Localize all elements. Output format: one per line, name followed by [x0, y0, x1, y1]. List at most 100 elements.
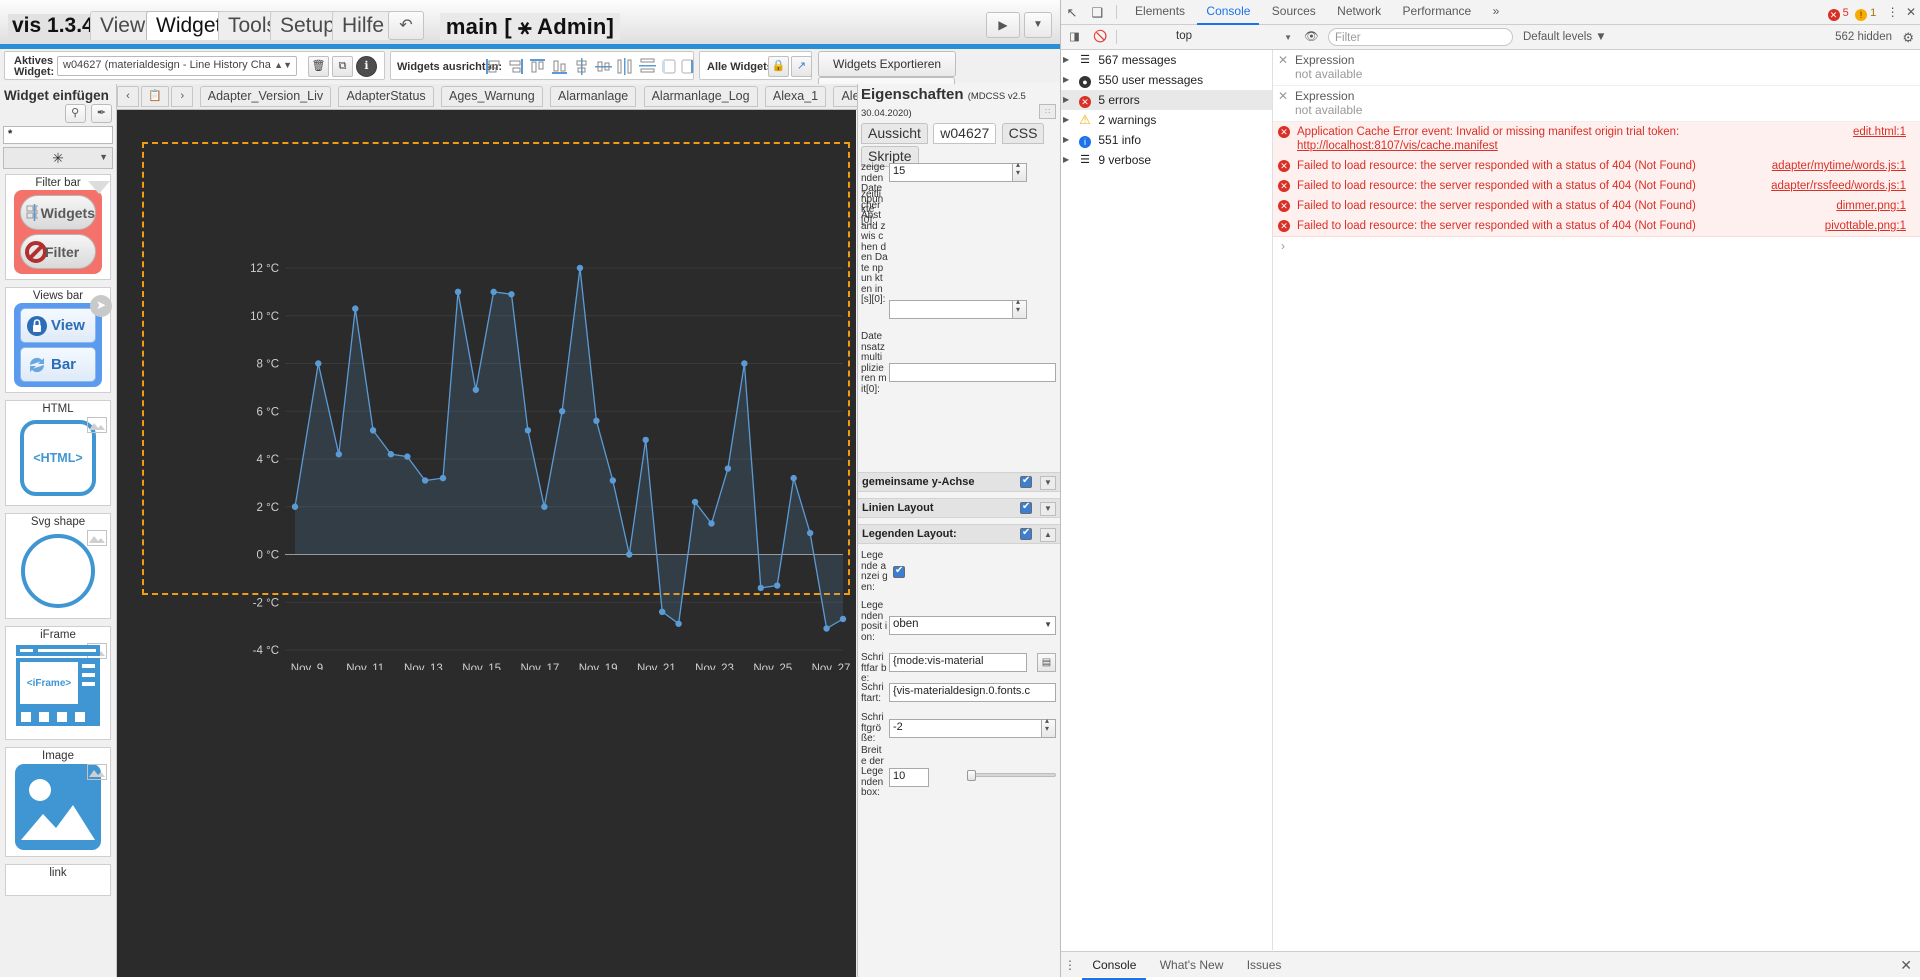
console-group-user-messages[interactable]: ▶ ● 550 user messages — [1061, 70, 1272, 90]
view-prev-button[interactable]: ‹ — [117, 86, 139, 107]
open-external-icon[interactable]: ↗ — [791, 56, 812, 77]
view-tab-alexa-1[interactable]: Alexa_1 — [764, 86, 827, 107]
error-source-link[interactable]: pivottable.png:1 — [1825, 219, 1906, 233]
active-widget-select[interactable]: w04627 (materialdesign - Line History Ch… — [57, 56, 297, 76]
close-icon[interactable]: ✕ — [1278, 89, 1288, 103]
console-group-verbose[interactable]: ▶ ☰ 9 verbose — [1061, 150, 1272, 170]
export-widgets-button[interactable]: Widgets Exportieren — [818, 51, 957, 77]
view-tab-alarmanlage[interactable]: Alarmanlage — [550, 86, 637, 107]
view-tab-adapterstatus[interactable]: AdapterStatus — [338, 86, 434, 107]
legend-position-select[interactable]: oben ▼ — [889, 616, 1056, 635]
chevron-right-icon[interactable]: ▶ — [1063, 130, 1069, 150]
console-group-errors[interactable]: ▶ ✕ 5 errors — [1061, 90, 1272, 110]
distribute-vertical-icon[interactable] — [639, 58, 656, 75]
chevron-right-icon[interactable]: ▶ — [1063, 150, 1069, 170]
spinner-icon[interactable] — [1041, 716, 1056, 738]
copy-widget-button[interactable]: ⧉ — [332, 56, 353, 77]
palette-group-views-bar[interactable]: Views bar ➤ View Bar — [5, 287, 112, 393]
drawer-more-icon[interactable]: ⋮ — [1061, 952, 1079, 978]
console-group-info[interactable]: ▶ i 551 info — [1061, 130, 1272, 150]
error-source-link[interactable]: dimmer.png:1 — [1836, 199, 1906, 213]
line-history-chart[interactable]: -4 °C -2 °C 0 °C 2 °C 4 °C 6 °C 8 °C 10 °C 12 °C… — [117, 110, 856, 670]
error-source-link[interactable]: adapter/rssfeed/words.js:1 — [1771, 179, 1906, 193]
same-width-icon[interactable] — [661, 58, 678, 75]
console-error-row[interactable]: ✕ edit.html:1 Application Cache Error ev… — [1273, 122, 1920, 156]
property-input-interval[interactable] — [889, 297, 1027, 319]
console-levels-select[interactable]: Default levels ▼ — [1523, 25, 1607, 50]
error-manifest-link[interactable]: http://localhost:8107/vis/cache.manifest — [1297, 140, 1498, 152]
palette-group-filter-bar[interactable]: Filter bar Widgets Filter — [5, 174, 111, 280]
close-icon[interactable]: ✕ — [1278, 53, 1288, 67]
live-expression-1[interactable]: ✕ Expression not available — [1273, 50, 1920, 86]
font-family-input[interactable]: {vis-materialdesign.0.fonts.c — [889, 683, 1056, 702]
legend-box-width-slider[interactable] — [967, 770, 1056, 781]
devtools-tab-performance[interactable]: Performance — [1394, 0, 1481, 25]
widget-info-button[interactable]: ℹ — [356, 56, 377, 77]
palette-category-select[interactable]: ✳ ▼ — [3, 147, 113, 169]
devtools-more-icon[interactable]: ⋮ — [1887, 5, 1899, 19]
chevron-up-icon[interactable]: ▲ — [1040, 528, 1056, 542]
distribute-horizontal-icon[interactable] — [617, 58, 634, 75]
gear-icon[interactable]: ⚙ — [1902, 25, 1914, 50]
clear-console-icon[interactable]: 🚫 — [1093, 25, 1107, 50]
error-source-link[interactable]: adapter/mytime/words.js:1 — [1772, 159, 1906, 173]
slider-knob[interactable] — [967, 770, 976, 781]
font-size-input[interactable]: -2 — [889, 716, 1056, 738]
view-tab-alarmanlage-log[interactable]: Alarmanlage_Log — [643, 86, 758, 107]
search-icon[interactable]: ⚲ — [64, 104, 86, 123]
spinner-icon[interactable] — [1012, 162, 1027, 182]
live-expression-2[interactable]: ✕ Expression not available — [1273, 86, 1920, 122]
console-error-row[interactable]: ✕ dimmer.png:1 Failed to load resource: … — [1273, 196, 1920, 216]
inspect-element-icon[interactable]: ↖ — [1061, 0, 1083, 25]
drawer-close-icon[interactable]: ✕ — [1900, 952, 1912, 978]
devtools-close-icon[interactable]: ✕ — [1906, 5, 1916, 19]
console-output[interactable]: ✕ Expression not available ✕ Expression … — [1273, 50, 1920, 950]
console-group-warnings[interactable]: ▶ ⚠ 2 warnings — [1061, 110, 1272, 130]
property-input-multiplier[interactable] — [889, 363, 1056, 382]
color-picker-button[interactable]: ▤ — [1037, 653, 1056, 672]
device-toolbar-icon[interactable]: ❑ — [1086, 0, 1108, 25]
palette-filter-input[interactable]: * — [3, 126, 113, 144]
palette-group-html[interactable]: HTML <HTML> — [5, 400, 111, 506]
drawer-tab-whats-new[interactable]: What's New — [1150, 952, 1234, 978]
console-group-messages[interactable]: ▶ ☰ 567 messages — [1061, 50, 1272, 70]
properties-grip-icon[interactable]: ∷ — [1039, 104, 1056, 119]
chevron-right-icon[interactable]: ▶ — [1063, 70, 1069, 90]
run-button[interactable]: ▶ — [986, 12, 1020, 38]
console-context-select[interactable]: top ▼ — [1171, 28, 1296, 46]
section-checkbox[interactable] — [1020, 501, 1032, 514]
lock-all-icon[interactable]: 🔒 — [768, 56, 789, 77]
align-center-vertical-icon[interactable] — [573, 58, 590, 75]
console-error-row[interactable]: ✕ adapter/rssfeed/words.js:1 Failed to l… — [1273, 176, 1920, 196]
properties-tab-widget[interactable]: w04627 — [933, 123, 997, 144]
error-source-link[interactable]: edit.html:1 — [1853, 125, 1906, 139]
view-canvas[interactable]: -4 °C -2 °C 0 °C 2 °C 4 °C 6 °C 8 °C 10 °C 12 °C… — [117, 110, 856, 977]
property-input-datapoints[interactable]: 15 — [889, 162, 1027, 182]
chevron-down-icon[interactable]: ▼ — [1040, 476, 1056, 490]
delete-widget-button[interactable]: 🗑 — [308, 56, 329, 77]
align-top-icon[interactable] — [529, 58, 546, 75]
chevron-right-icon[interactable]: ▶ — [1063, 50, 1069, 70]
property-section-legend-layout[interactable]: Legenden Layout: ▲ — [858, 524, 1060, 544]
console-error-row[interactable]: ✕ pivottable.png:1 Failed to load resour… — [1273, 216, 1920, 236]
drawer-tab-issues[interactable]: Issues — [1237, 952, 1292, 978]
spinner-icon[interactable] — [1012, 297, 1027, 319]
align-center-horizontal-icon[interactable] — [595, 58, 612, 75]
error-count-badge[interactable]: ✕ 5 — [1827, 1, 1849, 26]
section-checkbox[interactable] — [1020, 475, 1032, 488]
legend-show-checkbox[interactable] — [893, 565, 905, 578]
drawer-tab-console[interactable]: Console — [1082, 952, 1147, 980]
view-tab-ages-warnung[interactable]: Ages_Warnung — [441, 86, 543, 107]
legend-box-width-input[interactable]: 10 — [889, 768, 929, 787]
align-left-icon[interactable] — [485, 58, 502, 75]
view-tab-adapter-version-liv[interactable]: Adapter_Version_Liv — [199, 86, 332, 107]
console-prompt[interactable]: › — [1273, 237, 1920, 253]
align-right-icon[interactable] — [507, 58, 524, 75]
devtools-tab-elements[interactable]: Elements — [1126, 0, 1194, 25]
chevron-down-icon[interactable]: ▼ — [1040, 502, 1056, 516]
chevron-right-icon[interactable]: ▶ — [1063, 110, 1069, 130]
run-dropdown-button[interactable]: ▼ — [1024, 12, 1052, 38]
properties-tab-css[interactable]: CSS — [1001, 123, 1045, 144]
palette-group-iframe[interactable]: iFrame <iFrame> — [5, 626, 111, 740]
devtools-tab-console[interactable]: Console — [1197, 0, 1260, 25]
